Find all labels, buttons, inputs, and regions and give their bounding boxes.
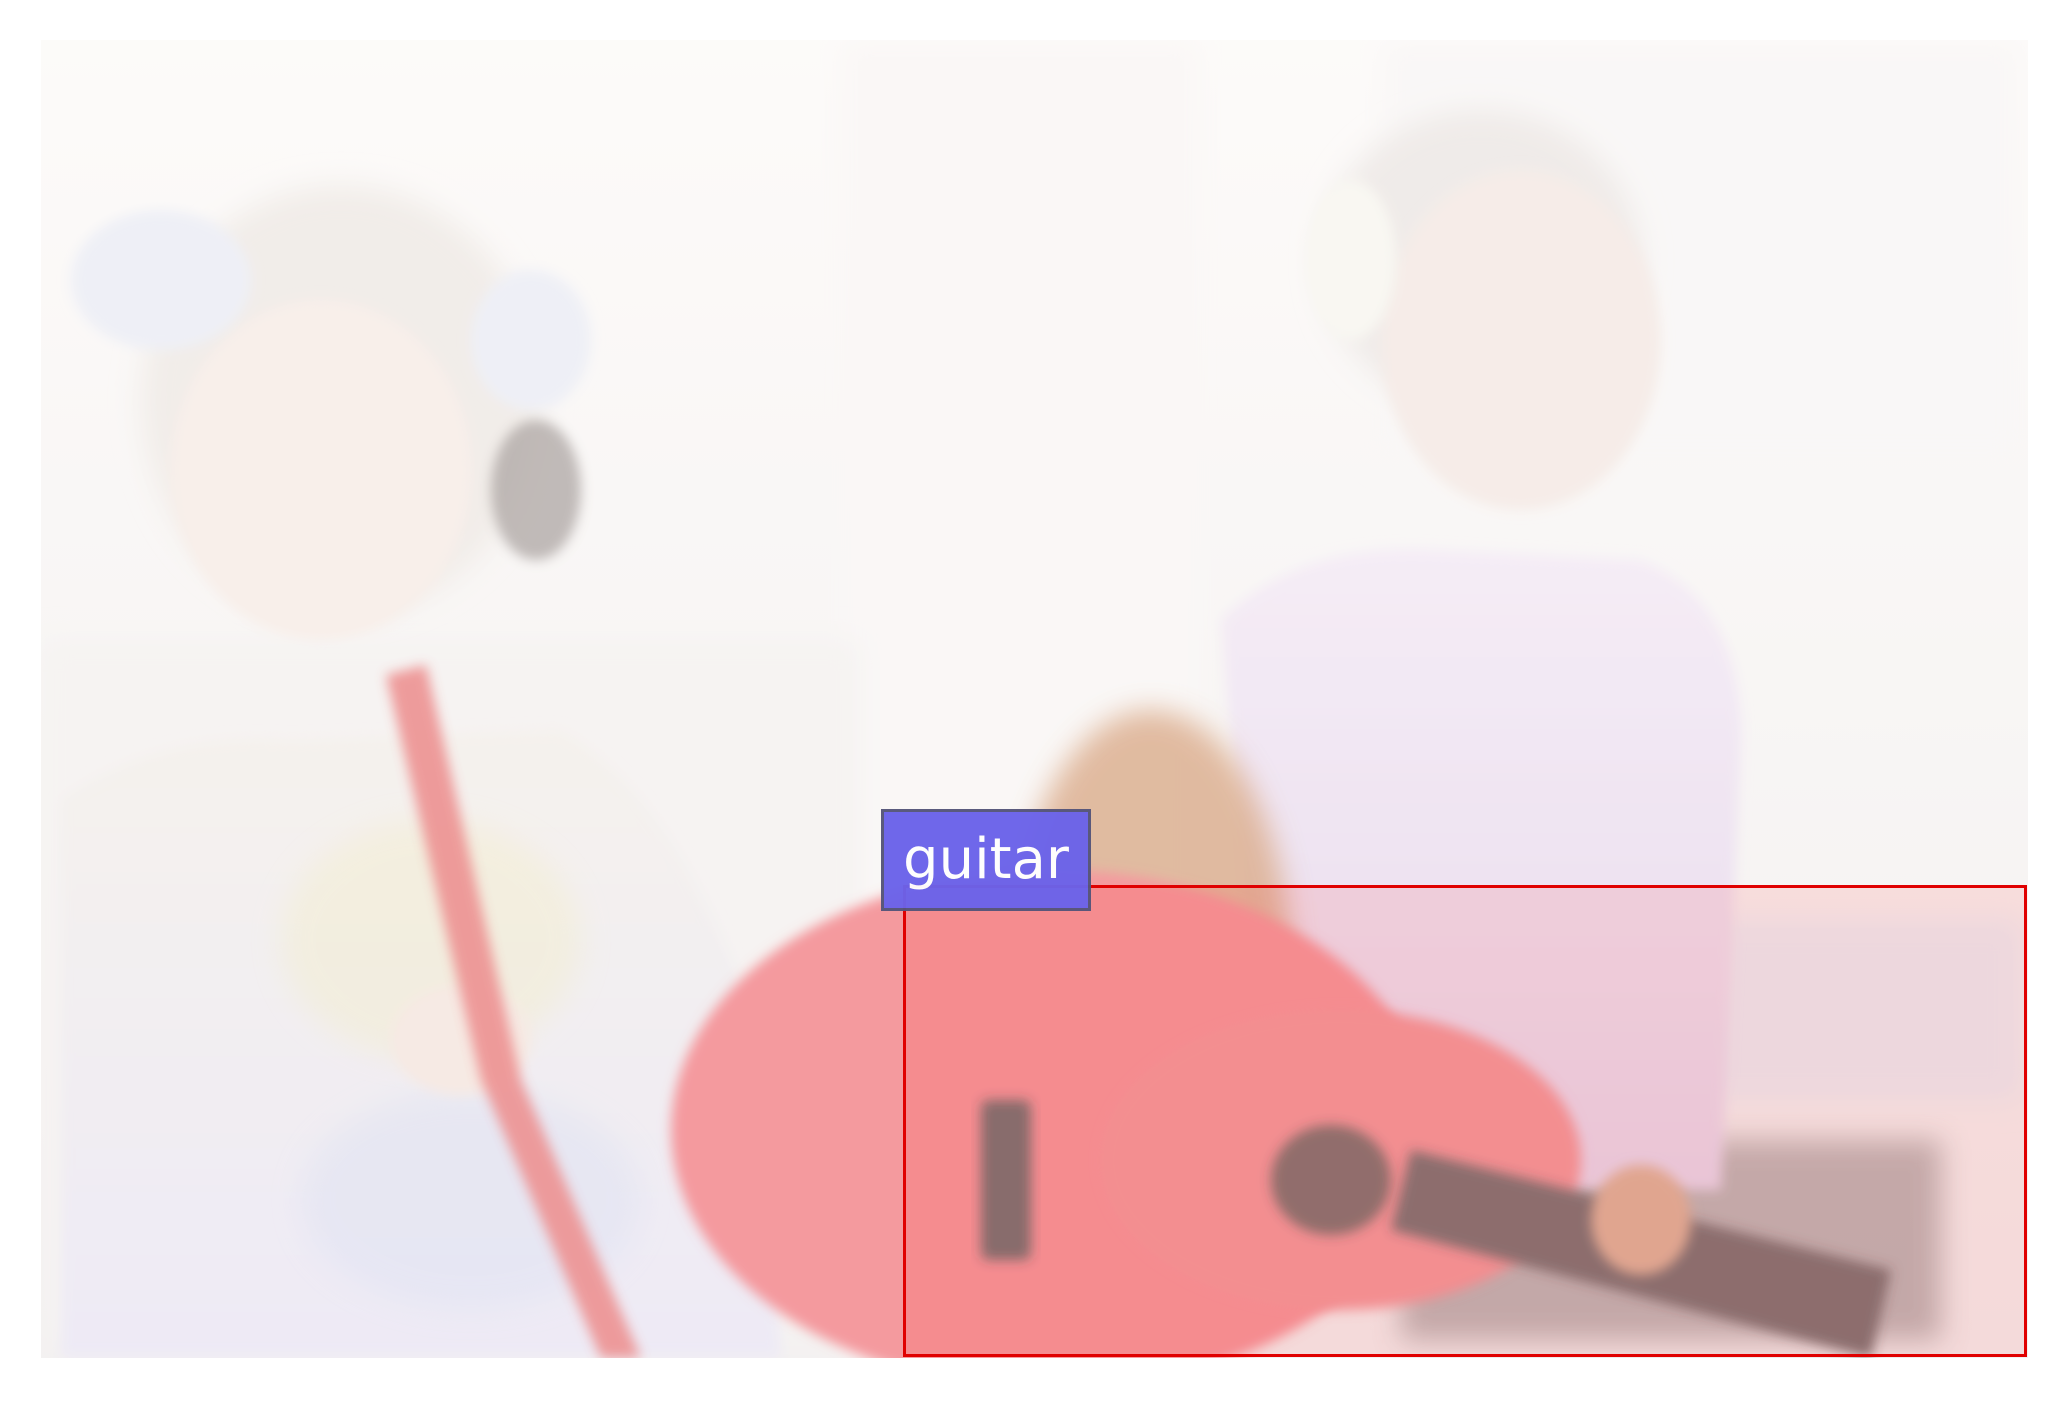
- guitar-bounding-box: [903, 885, 2027, 1357]
- annotated-image: guitar: [0, 0, 2063, 1401]
- guitar-label-tag: guitar: [881, 809, 1091, 911]
